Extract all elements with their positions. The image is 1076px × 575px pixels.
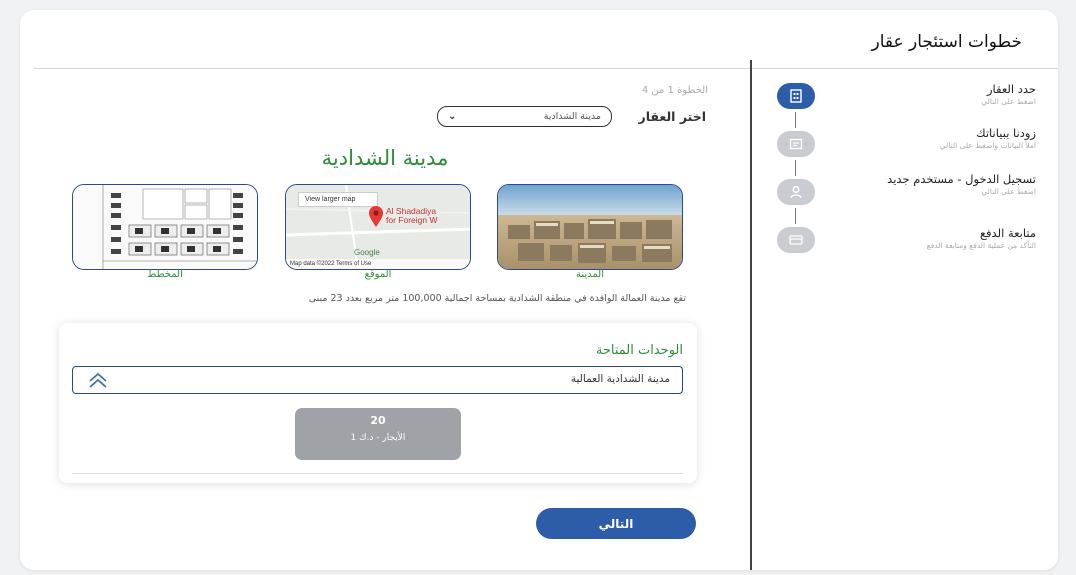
step-connector	[795, 208, 796, 224]
sidebar-divider	[750, 60, 752, 570]
google-logo: Google	[354, 248, 380, 257]
double-chevron-up-icon[interactable]	[87, 370, 109, 390]
step-subtitle: اضغط على التالي	[981, 97, 1036, 106]
step-connector	[795, 112, 796, 128]
step-title: متابعة الدفع	[979, 226, 1036, 240]
units-group-label: مدينة الشدادية العمالية	[570, 373, 670, 385]
city-photo-label: المدينة	[575, 269, 605, 280]
map-pin-icon	[369, 206, 383, 227]
step-connector	[795, 160, 796, 176]
map-attribution: Map data ©2022 Terms of Use	[286, 259, 470, 269]
step-counter: الخطوة 1 من 4	[641, 85, 708, 96]
site-plan[interactable]	[72, 184, 258, 270]
step-subtitle: التأكد من عملية الدفع ومتابعة الدفع	[926, 241, 1036, 250]
step-select-property[interactable]: حدد العقار اضغط على التالي	[866, 83, 1036, 107]
map-place-label: Al Shadadiya for Foreign W	[386, 207, 438, 225]
location-map[interactable]: View larger map Al Shadadiya for Foreign…	[285, 184, 471, 270]
unit-option[interactable]: 20 الأيجار - د.ك 1	[295, 408, 461, 460]
step-payment[interactable]: متابعة الدفع التأكد من عملية الدفع ومتاب…	[866, 227, 1036, 251]
step-title: تسجيل الدخول - مستخدم جديد	[887, 172, 1036, 186]
step-login[interactable]: تسجيل الدخول - مستخدم جديد اضغط على التا…	[866, 173, 1036, 197]
building-icon[interactable]	[777, 83, 815, 109]
step-subtitle: املأ البيانات واضغط على التالي	[939, 141, 1036, 150]
property-select[interactable]: ⌄ مدينة الشدادية	[437, 106, 612, 127]
unit-count: 20	[370, 414, 386, 427]
city-name-heading: مدينة الشدادية	[321, 146, 449, 170]
form-icon[interactable]	[777, 131, 815, 157]
property-description: تقع مدينة العمالة الوافدة في منطقة الشدا…	[308, 293, 686, 304]
user-icon[interactable]	[777, 179, 815, 205]
step-provide-data[interactable]: زودنا ببياناتك املأ البيانات واضغط على ا…	[866, 127, 1036, 151]
chevron-down-icon: ⌄	[448, 111, 457, 122]
available-units-card: الوحدات المتاحة مدينة الشدادية العمالية …	[59, 323, 697, 483]
step-title: حدد العقار	[986, 82, 1036, 96]
page-title: خطوات استئجار عقار	[871, 32, 1023, 52]
units-group-accordion[interactable]: مدينة الشدادية العمالية	[72, 366, 683, 394]
available-units-title: الوحدات المتاحة	[595, 343, 683, 358]
location-map-label: الموقع	[364, 269, 392, 280]
site-plan-label: المخطط	[147, 269, 183, 280]
map-place-line2: for Foreign W	[386, 215, 438, 225]
unit-price: الأيجار - د.ك 1	[350, 433, 406, 443]
city-photo[interactable]	[497, 184, 683, 270]
property-select-label: اختر العقار	[638, 109, 706, 124]
property-select-value: مدينة الشدادية	[543, 111, 601, 122]
main-card: خطوات استئجار عقار حدد العقار اضغط على ا…	[20, 10, 1058, 570]
steps-sidebar: حدد العقار اضغط على التالي زودنا ببيانات…	[765, 75, 1036, 275]
units-divider	[72, 473, 683, 474]
header-divider	[34, 68, 1058, 69]
step-title: زودنا ببياناتك	[976, 126, 1036, 140]
view-larger-map-link[interactable]: View larger map	[298, 192, 378, 207]
step-subtitle: اضغط على التالي	[981, 187, 1036, 196]
next-button[interactable]: التالي	[536, 508, 696, 539]
payment-icon[interactable]	[777, 227, 815, 253]
